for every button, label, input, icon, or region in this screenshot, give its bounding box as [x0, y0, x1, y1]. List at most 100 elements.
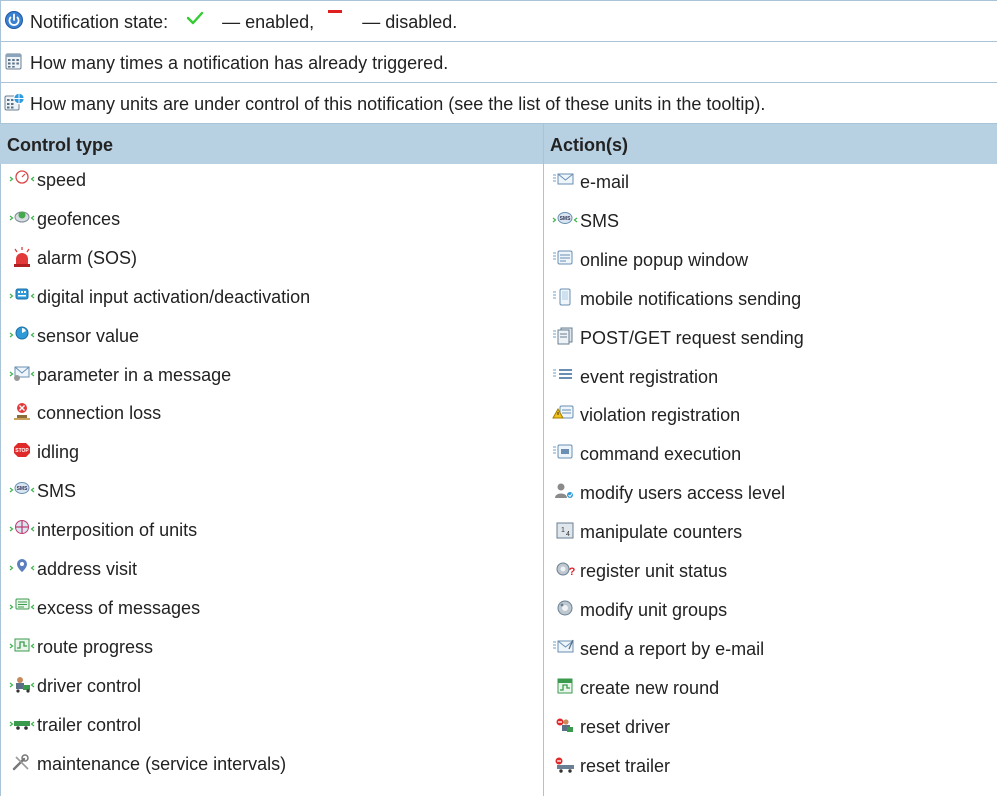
connection-loss-icon [9, 401, 35, 425]
control-type-item: geofences [9, 207, 439, 231]
action-item: command execution [552, 442, 982, 466]
legend-disabled-text: — disabled. [362, 12, 458, 32]
action-item: SMS SMS [552, 209, 982, 233]
calendar-counter-icon [4, 51, 24, 71]
action-item: 1 4 manipulate counters [552, 520, 982, 544]
action-item: e-mail [552, 170, 982, 194]
popup-window-icon [552, 248, 578, 272]
control-type-item-label: sensor value [37, 325, 140, 346]
control-type-item: sensor value [9, 324, 439, 348]
minus-icon [319, 10, 357, 28]
control-type-item: connection loss [9, 401, 439, 425]
action-item: create new round [552, 676, 982, 700]
action-item-label: create new round [580, 677, 720, 698]
action-item-label: mobile notifications sending [580, 288, 802, 309]
action-item: mobile notifications sending [552, 287, 982, 311]
action-item-label: SMS [580, 210, 620, 231]
svg-text:STOP: STOP [15, 448, 29, 454]
action-item-label: e-mail [580, 172, 630, 192]
route-icon [9, 635, 35, 659]
action-item: modify unit groups [552, 598, 982, 622]
action-item: event registration [552, 365, 982, 389]
legend-state-prefix: Notification state: [30, 12, 169, 32]
action-item-label: reset trailer [580, 755, 671, 776]
unit-status-icon: ? [552, 559, 578, 583]
driver-icon [9, 674, 35, 698]
action-item-label: manipulate counters [580, 522, 743, 543]
message-parameter-icon [9, 363, 35, 387]
control-type-item: interposition of units [9, 518, 439, 542]
wrench-icon [9, 752, 35, 776]
address-pin-icon [9, 557, 35, 581]
checkmark-icon [173, 11, 217, 28]
control-type-item: driver control [9, 674, 439, 698]
messages-excess-icon [9, 596, 35, 620]
legend-units-row: How many units are under control of this… [0, 83, 997, 124]
units-counter-icon [4, 92, 25, 112]
header-control-type: Control type [7, 135, 113, 155]
action-item-label: violation registration [580, 405, 741, 426]
control-type-item: excess of messages [9, 596, 439, 620]
control-type-item-label: trailer control [37, 714, 142, 735]
trailer-icon [9, 713, 35, 737]
action-item-label: command execution [580, 444, 742, 465]
control-type-item: maintenance (service intervals) [9, 752, 439, 776]
action-item-label: reset driver [580, 716, 671, 737]
stop-sign-icon: STOP [9, 440, 35, 464]
alarm-icon [9, 246, 35, 270]
action-item: violation registration [552, 403, 982, 427]
new-round-icon [552, 676, 578, 700]
command-icon [552, 442, 578, 466]
control-type-item-label: alarm (SOS) [37, 247, 138, 268]
svg-text:SMS: SMS [17, 486, 29, 492]
control-type-item-label: connection loss [37, 403, 162, 424]
email-icon [552, 170, 578, 194]
reset-trailer-icon [552, 754, 578, 778]
control-type-item: alarm (SOS) [9, 246, 439, 270]
action-item: send a report by e-mail [552, 637, 982, 661]
geofence-icon [9, 207, 35, 231]
column-divider [543, 124, 544, 796]
control-type-item: STOP idling [9, 440, 439, 464]
unit-groups-icon [552, 598, 578, 622]
request-icon [552, 326, 578, 350]
control-type-item-label: interposition of units [37, 520, 198, 541]
interposition-icon [9, 518, 35, 542]
control-type-item: route progress [9, 635, 439, 659]
sensor-icon [9, 324, 35, 348]
control-type-item: SMS SMS [9, 479, 439, 503]
legend-state-row: Notification state: — enabled, — disable… [0, 1, 997, 42]
violation-icon [552, 403, 578, 427]
notification-reference-table: Notification state: — enabled, — disable… [0, 0, 997, 796]
digital-input-icon [9, 285, 35, 309]
legend-units-text: How many units are under control of this… [30, 94, 766, 114]
control-type-item: address visit [9, 557, 439, 581]
event-icon [552, 365, 578, 389]
header-actions: Action(s) [550, 135, 628, 155]
control-type-item-label: excess of messages [37, 597, 201, 618]
legend-triggered-text: How many times a notification has alread… [30, 53, 449, 73]
control-type-item: digital input activation/deactivation [9, 285, 439, 309]
action-item: ? register unit status [552, 559, 982, 583]
control-type-item-label: speed [37, 170, 87, 190]
control-type-item: trailer control [9, 713, 439, 737]
action-item-label: modify unit groups [580, 599, 728, 620]
control-type-item-label: parameter in a message [37, 364, 232, 385]
svg-text:4: 4 [566, 531, 570, 538]
action-item: online popup window [552, 248, 982, 272]
action-item-label: event registration [580, 366, 719, 387]
control-type-item-label: geofences [37, 208, 121, 229]
action-item: POST/GET request sending [552, 326, 982, 350]
power-icon [4, 10, 24, 30]
control-type-item-label: route progress [37, 636, 154, 657]
sms-icon: SMS [552, 209, 578, 233]
control-type-item: parameter in a message [9, 363, 439, 387]
svg-text:?: ? [569, 566, 576, 578]
action-item: reset driver [552, 715, 982, 739]
control-type-item-label: idling [37, 442, 80, 463]
control-type-item-label: SMS [37, 481, 77, 502]
user-access-icon [552, 481, 578, 505]
control-type-item-label: driver control [37, 675, 142, 696]
control-type-item-label: digital input activation/deactivation [37, 286, 311, 307]
counters-icon: 14 [552, 520, 578, 544]
